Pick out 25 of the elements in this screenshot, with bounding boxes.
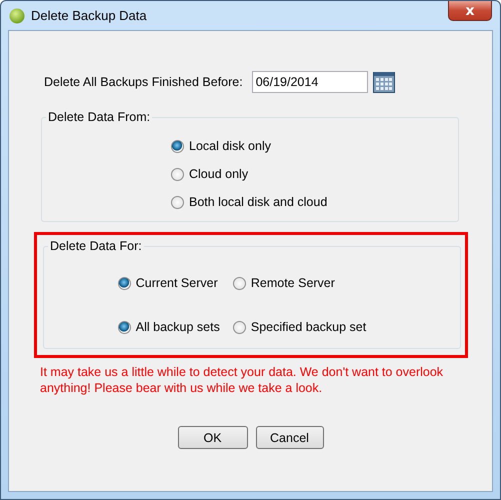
- dialog-button[interactable]: Cancel: [256, 426, 324, 449]
- dialog-button[interactable]: OK: [178, 426, 248, 449]
- radio-button[interactable]: [171, 168, 184, 180]
- radio-button[interactable]: [232, 320, 246, 334]
- radio-option[interactable]: Both local disk and cloud: [171, 195, 458, 209]
- radio-button[interactable]: [171, 140, 184, 152]
- date-field[interactable]: 06/19/2014: [252, 71, 368, 93]
- close-button[interactable]: x: [448, 1, 492, 21]
- radio-button[interactable]: [232, 276, 246, 290]
- radio-option[interactable]: Remote Server: [232, 276, 366, 290]
- app-icon: [9, 8, 25, 24]
- radio-option[interactable]: Current Server: [118, 276, 220, 290]
- radio-option[interactable]: Specified backup set: [232, 320, 366, 334]
- radio-option[interactable]: Cloud only: [171, 167, 458, 181]
- radio-button[interactable]: [171, 196, 184, 208]
- window-title: Delete Backup Data: [31, 8, 147, 23]
- radio-option[interactable]: All backup sets: [118, 320, 220, 334]
- radio-option[interactable]: Local disk only: [171, 139, 458, 153]
- warning-message: It may take us a little while to detect your data. We don't want to overlook anything! Please bear with us while we take a look.: [40, 364, 444, 396]
- date-label: Delete All Backups Finished Before:: [44, 75, 243, 89]
- radio-button[interactable]: [118, 276, 131, 290]
- group-legend: Delete Data For:: [48, 239, 144, 253]
- radio-button[interactable]: [118, 320, 131, 334]
- group-legend: Delete Data From:: [46, 110, 152, 124]
- calendar-icon[interactable]: [372, 71, 395, 93]
